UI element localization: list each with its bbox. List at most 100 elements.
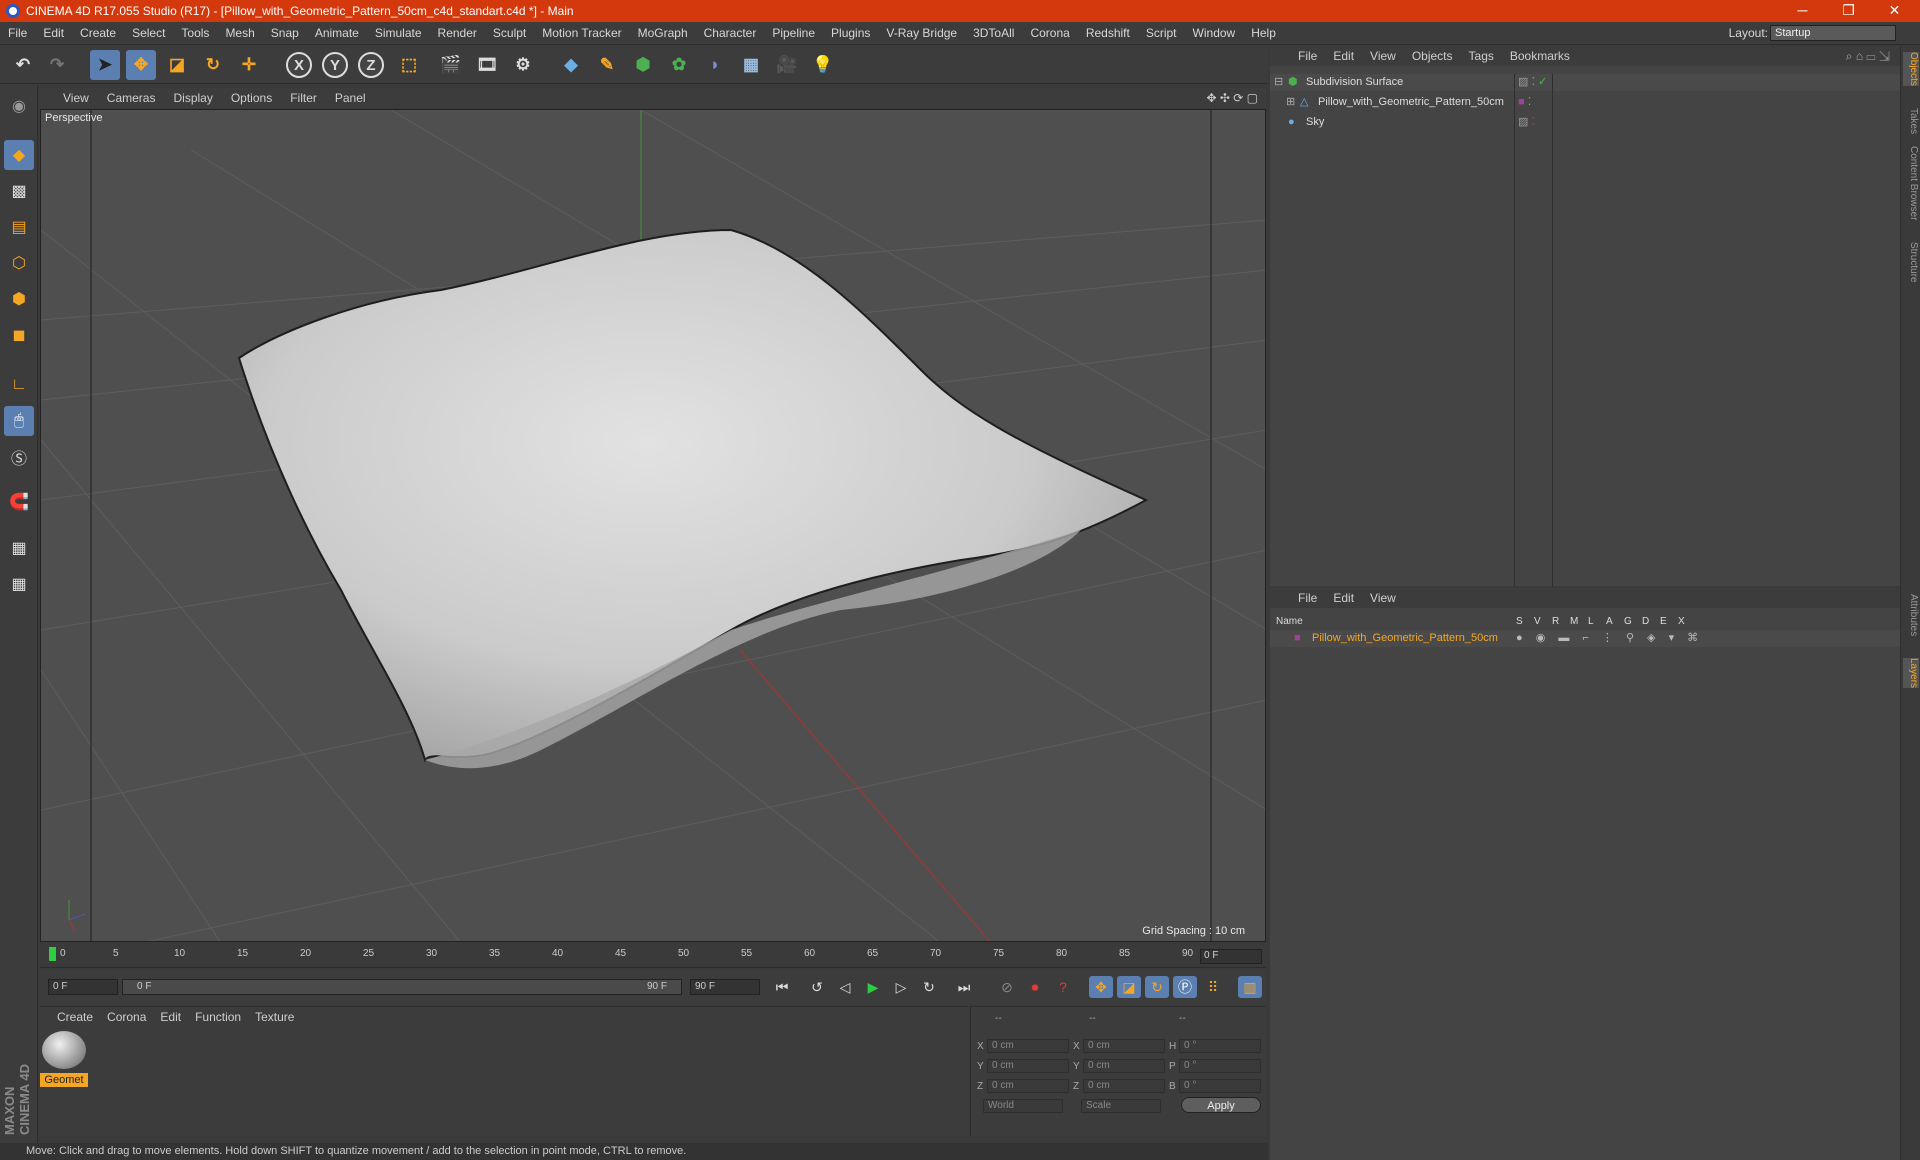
material-menu-create[interactable]: Create [50, 1010, 100, 1024]
move-tool-icon[interactable]: ✥ [126, 50, 156, 80]
size-z-field[interactable]: 0 cm [1083, 1079, 1165, 1093]
layer-col-x[interactable]: X [1678, 616, 1685, 627]
material-label[interactable]: Geomet [40, 1073, 88, 1087]
layer-col-l[interactable]: L [1588, 616, 1594, 627]
key-pla-icon[interactable]: ⠿ [1201, 976, 1225, 998]
material-swatch[interactable] [42, 1031, 86, 1069]
menu-select[interactable]: Select [124, 26, 173, 40]
layers-menu-edit[interactable]: Edit [1325, 591, 1362, 605]
layers-menu-file[interactable]: File [1290, 591, 1325, 605]
menu-help[interactable]: Help [1243, 26, 1284, 40]
perspective-viewport[interactable]: Perspective Grid Spacing : 10 cm [40, 109, 1266, 942]
magnet-icon[interactable]: 🧲 [4, 487, 34, 517]
objects-menu-file[interactable]: File [1290, 49, 1325, 63]
grid-snap-icon[interactable]: ▦ [4, 569, 34, 599]
position-x-field[interactable]: 0 cm [987, 1039, 1069, 1053]
edges-mode-icon[interactable]: ⬢ [4, 284, 34, 314]
layer-col-e[interactable]: E [1660, 616, 1667, 627]
menu-snap[interactable]: Snap [263, 26, 307, 40]
y-axis-lock-icon[interactable]: Y [322, 52, 348, 78]
tab-layers[interactable]: Layers [1903, 658, 1919, 689]
rotation-b-field[interactable]: 0 ° [1179, 1079, 1261, 1093]
next-key-icon[interactable]: ↻ [917, 976, 941, 998]
layer-col-v[interactable]: V [1534, 616, 1541, 627]
viewport-menu-display[interactable]: Display [164, 91, 221, 105]
previous-key-icon[interactable]: ↺ [805, 976, 829, 998]
menu-mograph[interactable]: MoGraph [630, 26, 696, 40]
objects-menu-view[interactable]: View [1362, 49, 1404, 63]
rotation-p-field[interactable]: 0 ° [1179, 1059, 1261, 1073]
model-mode-icon[interactable]: ◆ [4, 140, 34, 170]
tree-row-subdivision-surface[interactable]: ⊟ ⬢ Subdivision Surface ▨ ⁚ ✓ [1270, 74, 1900, 91]
tree-row-sky[interactable]: ● Sky ▨ ⁚ [1270, 114, 1900, 131]
minimize-button[interactable]: ─ [1780, 0, 1825, 22]
rotate-tool-icon[interactable]: ↻ [198, 50, 228, 80]
play-icon[interactable]: ▶ [861, 976, 885, 998]
undo-icon[interactable]: ↶ [8, 50, 38, 80]
playhead-marker[interactable] [49, 947, 56, 961]
autokey-icon[interactable]: ⏺ [1023, 976, 1047, 998]
menu-animate[interactable]: Animate [307, 26, 367, 40]
keyframe-selection-icon[interactable]: ? [1051, 976, 1075, 998]
tab-attributes[interactable]: Attributes [1903, 594, 1919, 636]
tweak-mode-icon[interactable]: 🖱 [4, 406, 34, 436]
viewport-menu-view[interactable]: View [54, 91, 98, 105]
start-frame-field[interactable]: 0 F [48, 979, 118, 995]
material-menu-function[interactable]: Function [188, 1010, 248, 1024]
menu-pipeline[interactable]: Pipeline [764, 26, 823, 40]
layer-col-s[interactable]: S [1516, 616, 1523, 627]
texture-mode-icon[interactable]: ▩ [4, 176, 34, 206]
menu-motion-tracker[interactable]: Motion Tracker [534, 26, 629, 40]
light-icon[interactable]: 💡 [808, 50, 838, 80]
object-name[interactable]: Sky [1306, 114, 1324, 131]
layout-dropdown[interactable]: Startup [1770, 25, 1896, 41]
key-rotation-icon[interactable]: ↻ [1145, 976, 1169, 998]
material-menu-corona[interactable]: Corona [100, 1010, 153, 1024]
tab-takes[interactable]: Takes [1903, 108, 1919, 134]
collapse-icon[interactable]: ⊟ [1274, 74, 1283, 91]
position-y-field[interactable]: 0 cm [987, 1059, 1069, 1073]
layer-col-r[interactable]: R [1552, 616, 1559, 627]
tab-objects[interactable]: Objects [1903, 52, 1919, 86]
scale-mode-dropdown[interactable]: Scale [1081, 1099, 1161, 1113]
menu-mesh[interactable]: Mesh [217, 26, 262, 40]
workplane-lock-icon[interactable]: ▦ [4, 533, 34, 563]
next-frame-icon[interactable]: ▷ [889, 976, 913, 998]
menu-corona[interactable]: Corona [1022, 26, 1077, 40]
expand-icon[interactable]: ⊞ [1286, 94, 1295, 111]
snap-icon[interactable]: Ⓢ [4, 442, 34, 472]
size-x-field[interactable]: 0 cm [1083, 1039, 1165, 1053]
close-button[interactable]: ✕ [1872, 0, 1917, 22]
axis-mode-icon[interactable]: ∟ [4, 370, 34, 400]
menu-character[interactable]: Character [696, 26, 765, 40]
objects-menu-edit[interactable]: Edit [1325, 49, 1362, 63]
render-picture-viewer-icon[interactable]: 🎞 [472, 50, 502, 80]
menu-file[interactable]: File [0, 26, 35, 40]
z-axis-lock-icon[interactable]: Z [358, 52, 384, 78]
visibility-dots-icon[interactable]: ▨ ⁚ ✓ [1518, 74, 1547, 91]
menu-sculpt[interactable]: Sculpt [485, 26, 534, 40]
layer-col-a[interactable]: A [1606, 616, 1613, 627]
material-menu-edit[interactable]: Edit [153, 1010, 188, 1024]
menu-plugins[interactable]: Plugins [823, 26, 878, 40]
menu-vray-bridge[interactable]: V-Ray Bridge [878, 26, 965, 40]
redo-icon[interactable]: ↷ [42, 50, 72, 80]
coordinate-system-icon[interactable]: ⬚ [394, 50, 424, 80]
layer-color-icon[interactable]: ■ ⁚ [1518, 94, 1531, 111]
tab-structure[interactable]: Structure [1903, 242, 1919, 283]
transform-tool-icon[interactable]: ✛ [234, 50, 264, 80]
subdivision-surface-icon[interactable]: ⬢ [628, 50, 658, 80]
timeline-window-icon[interactable]: ▥ [1238, 976, 1262, 998]
material-menu-texture[interactable]: Texture [248, 1010, 301, 1024]
select-arrow-icon[interactable]: ➤ [90, 50, 120, 80]
layers-menu-view[interactable]: View [1362, 591, 1404, 605]
key-parameter-icon[interactable]: Ⓟ [1173, 976, 1197, 998]
object-name[interactable]: Pillow_with_Geometric_Pattern_50cm [1318, 94, 1504, 111]
polygons-mode-icon[interactable]: ◼ [4, 320, 34, 350]
cloner-icon[interactable]: ✿ [664, 50, 694, 80]
cube-primitive-icon[interactable]: ◆ [556, 50, 586, 80]
go-to-start-icon[interactable]: ⏮ [770, 976, 794, 998]
menu-redshift[interactable]: Redshift [1078, 26, 1138, 40]
viewport-navigation-icons[interactable]: ✥ ✣ ⟳ ▢ [1206, 91, 1258, 105]
tree-row-pillow[interactable]: ⊞ △ Pillow_with_Geometric_Pattern_50cm ■… [1270, 94, 1900, 111]
